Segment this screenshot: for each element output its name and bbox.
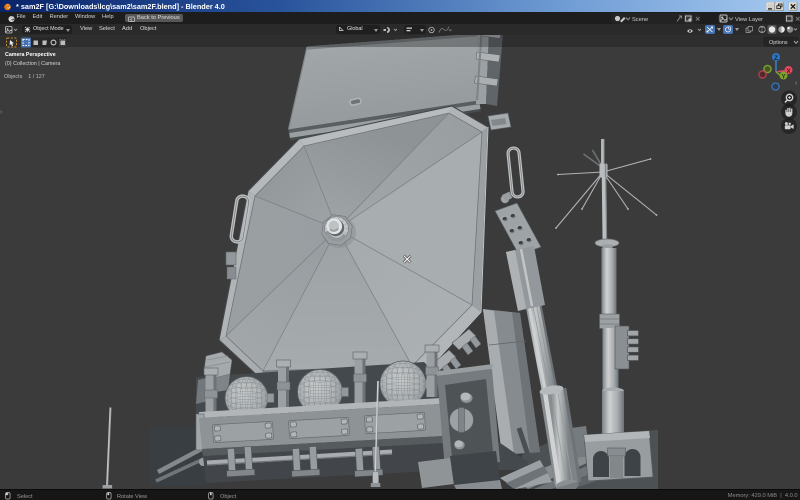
svg-text:Y: Y [781,73,786,80]
svg-text:Select: Select [17,494,33,500]
svg-text:Rotate View: Rotate View [117,494,148,500]
svg-text:View Layer: View Layer [735,17,763,23]
svg-text:Scene: Scene [632,17,648,23]
svg-text:Object: Object [220,494,237,500]
svg-text:Z: Z [774,55,778,62]
